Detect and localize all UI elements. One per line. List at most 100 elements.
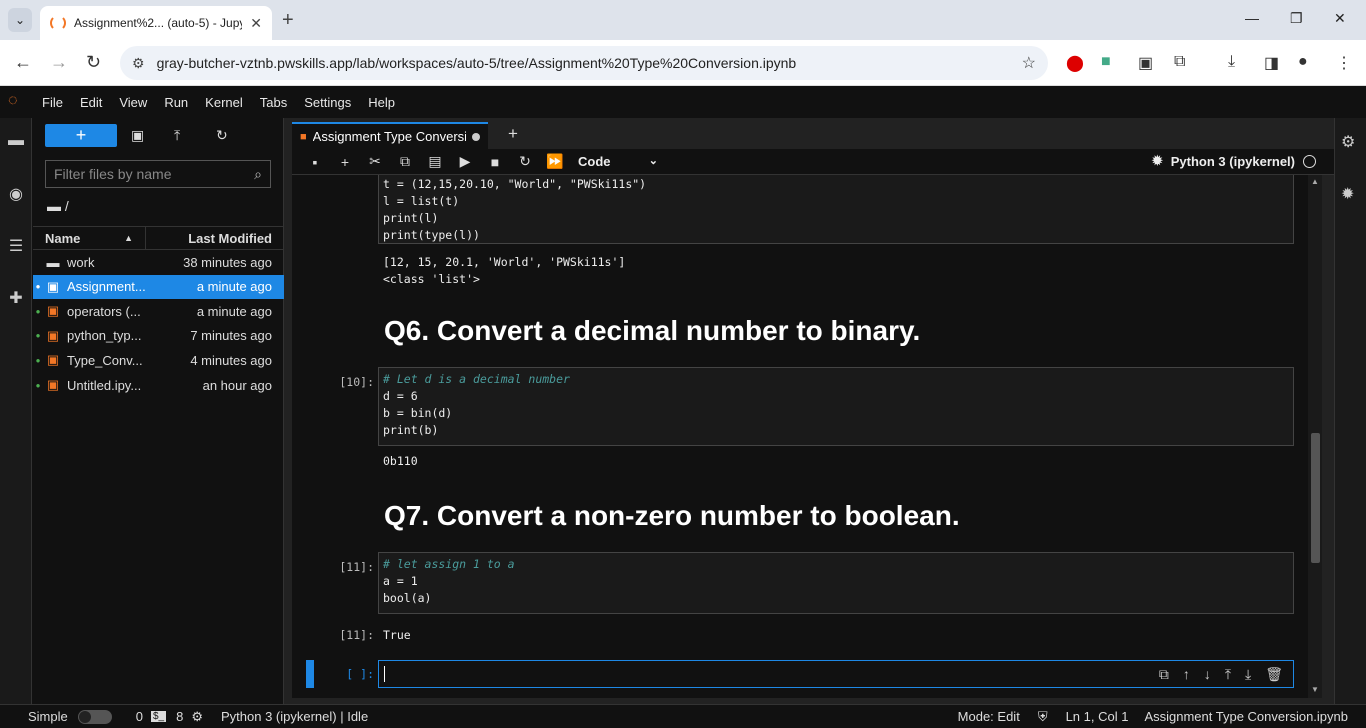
heading-q6: Q6. Convert a decimal number to binary. — [384, 315, 921, 346]
sidepanel-icon[interactable]: ◨ — [1264, 53, 1279, 73]
running-indicator-icon: ● — [35, 355, 41, 365]
code-cell-9[interactable]: t = (12,15,20.10, "World", "PWSki11s") l… — [378, 175, 1294, 244]
delete-cell-icon[interactable]: 🗑 — [1265, 666, 1283, 683]
menu-view[interactable]: View — [119, 95, 147, 110]
url-text[interactable]: gray-butcher-vztnb.pwskills.app/lab/work… — [157, 55, 1010, 71]
menu-file[interactable]: File — [42, 95, 63, 110]
notebook-tab[interactable]: ■ Assignment Type Conversion — [292, 122, 488, 149]
profile-avatar[interactable]: ● — [1298, 53, 1308, 71]
move-up-icon[interactable]: ↑ — [1183, 666, 1190, 683]
file-name[interactable]: Type_Conv... — [63, 353, 145, 368]
forward-icon[interactable]: → — [50, 52, 68, 73]
tab-search-button[interactable]: ⌄ — [8, 8, 32, 32]
file-modified: 7 minutes ago — [190, 328, 272, 344]
file-row[interactable]: ● ▣ operators (... a minute ago — [33, 299, 284, 323]
upload-icon[interactable]: ⤒ — [174, 127, 180, 144]
insert-cell-icon[interactable]: + — [330, 154, 360, 170]
name-column-header[interactable]: Name ▲ — [33, 227, 146, 249]
terminal-count[interactable]: 0 — [136, 709, 143, 724]
back-icon[interactable]: ← — [14, 52, 32, 73]
copy-icon[interactable]: ⧉ — [390, 153, 420, 170]
new-launcher-tab-button[interactable]: + — [508, 124, 518, 144]
breadcrumb-path[interactable]: / — [65, 198, 69, 214]
file-name[interactable]: python_typ... — [63, 328, 145, 343]
extension-manager-icon[interactable]: ✚ — [6, 288, 26, 308]
menu-edit[interactable]: Edit — [80, 95, 102, 110]
kernel-count[interactable]: 8 — [176, 709, 183, 724]
duplicate-cell-icon[interactable]: ⧉ — [1159, 666, 1169, 683]
simple-mode-toggle[interactable] — [77, 709, 112, 724]
extension-opera-icon[interactable]: ⬤ — [1066, 53, 1084, 73]
debugger-icon[interactable]: ✹ — [1152, 153, 1163, 169]
stop-icon[interactable]: ■ — [480, 154, 510, 170]
insert-below-icon[interactable]: ⤓ — [1245, 666, 1251, 683]
cursor-position[interactable]: Ln 1, Col 1 — [1066, 709, 1129, 724]
cut-icon[interactable]: ✂ — [360, 153, 390, 170]
modified-column-header[interactable]: Last Modified — [146, 231, 284, 246]
browser-menu-icon[interactable]: ⋮ — [1336, 53, 1352, 73]
bookmark-star-icon[interactable]: ☆ — [1022, 53, 1036, 73]
file-row[interactable]: ● ▣ python_typ... 7 minutes ago — [33, 324, 284, 348]
scrollbar-thumb[interactable] — [1311, 433, 1320, 563]
run-icon[interactable]: ▶ — [450, 153, 480, 170]
address-bar[interactable]: ⚙ gray-butcher-vztnb.pwskills.app/lab/wo… — [120, 46, 1048, 80]
scroll-down-arrow-icon[interactable]: ▼ — [1311, 685, 1319, 694]
kernel-indicator[interactable]: ✹ Python 3 (ipykernel) — [1152, 153, 1316, 169]
site-info-icon[interactable]: ⚙ — [132, 55, 145, 72]
new-tab-button[interactable]: + — [282, 9, 294, 32]
file-row[interactable]: ● ▣ Assignment... a minute ago — [33, 274, 284, 299]
download-icon[interactable]: ⤓ — [1228, 53, 1235, 71]
running-sessions-icon[interactable]: ◉ — [6, 184, 26, 204]
active-code-cell[interactable]: ⧉ ↑ ↓ ⤒ ⤓ 🗑 — [378, 660, 1294, 688]
kernel-status-text[interactable]: Python 3 (ipykernel) | Idle — [221, 709, 368, 724]
new-folder-icon[interactable]: ▣ — [131, 127, 144, 144]
reload-icon[interactable]: ↻ — [86, 52, 101, 73]
maximize-button[interactable]: ❐ — [1290, 10, 1303, 27]
new-launcher-button[interactable]: + — [45, 124, 117, 147]
file-name[interactable]: Untitled.ipy... — [63, 378, 145, 393]
extensions-puzzle-icon[interactable]: ⧉ — [1174, 53, 1185, 71]
unsaved-indicator-icon[interactable] — [472, 132, 480, 141]
debugger-panel-icon[interactable]: ✹ — [1341, 184, 1354, 204]
paste-icon[interactable]: ▤ — [420, 153, 450, 170]
browser-toolbar: ← → ↻ ⚙ gray-butcher-vztnb.pwskills.app/… — [0, 40, 1366, 86]
file-name[interactable]: work — [63, 255, 145, 270]
menu-tabs[interactable]: Tabs — [260, 95, 287, 110]
close-window-button[interactable]: ✕ — [1334, 10, 1346, 27]
minimize-button[interactable]: — — [1245, 10, 1259, 26]
refresh-icon[interactable]: ↻ — [216, 127, 228, 144]
breadcrumb[interactable]: ▬ / — [47, 198, 69, 214]
file-name[interactable]: Assignment... — [63, 279, 145, 294]
extension-color-icon[interactable]: ■ — [1101, 53, 1111, 71]
file-name[interactable]: operators (... — [63, 304, 145, 319]
close-tab-icon[interactable]: ✕ — [250, 15, 262, 32]
file-row[interactable]: ● ▣ Untitled.ipy... an hour ago — [33, 373, 284, 397]
browser-tab[interactable]: Assignment%2... (auto-5) - Jupy ✕ — [40, 6, 272, 40]
table-of-contents-icon[interactable]: ☰ — [6, 236, 26, 256]
file-row[interactable]: ● ▣ Type_Conv... 4 minutes ago — [33, 348, 284, 372]
folder-icon[interactable]: ▬ — [6, 132, 26, 152]
extension-box-icon[interactable]: ▣ — [1138, 53, 1153, 73]
menu-help[interactable]: Help — [368, 95, 395, 110]
menu-run[interactable]: Run — [164, 95, 188, 110]
file-row[interactable]: ▬ work 38 minutes ago — [33, 250, 284, 274]
scroll-up-arrow-icon[interactable]: ▲ — [1311, 177, 1319, 186]
filter-input[interactable] — [54, 166, 255, 182]
insert-above-icon[interactable]: ⤒ — [1225, 666, 1231, 683]
property-inspector-icon[interactable]: ⚙ — [1341, 132, 1355, 152]
notebook-panel[interactable]: t = (12,15,20.10, "World", "PWSki11s") l… — [292, 175, 1308, 698]
save-icon[interactable]: ▪ — [300, 154, 330, 170]
code-cell-10[interactable]: # Let d is a decimal number d = 6 b = bi… — [378, 367, 1294, 446]
menu-kernel[interactable]: Kernel — [205, 95, 243, 110]
run-all-icon[interactable]: ⏩ — [540, 153, 570, 170]
menu-settings[interactable]: Settings — [304, 95, 351, 110]
notebook-scrollbar[interactable]: ▲ ▼ — [1308, 175, 1322, 698]
heading-q7: Q7. Convert a non-zero number to boolean… — [384, 500, 960, 531]
move-down-icon[interactable]: ↓ — [1204, 666, 1211, 683]
kernel-name[interactable]: Python 3 (ipykernel) — [1171, 154, 1295, 169]
code-cell-11[interactable]: # let assign 1 to a a = 1 bool(a) — [378, 552, 1294, 614]
cell-type-select[interactable]: Code ⌄ — [578, 154, 658, 169]
code-line: t = (12,15,20.10, "World", "PWSki11s") — [383, 177, 647, 191]
shield-icon[interactable]: ⛨ — [1038, 709, 1048, 725]
restart-icon[interactable]: ↻ — [510, 153, 540, 170]
